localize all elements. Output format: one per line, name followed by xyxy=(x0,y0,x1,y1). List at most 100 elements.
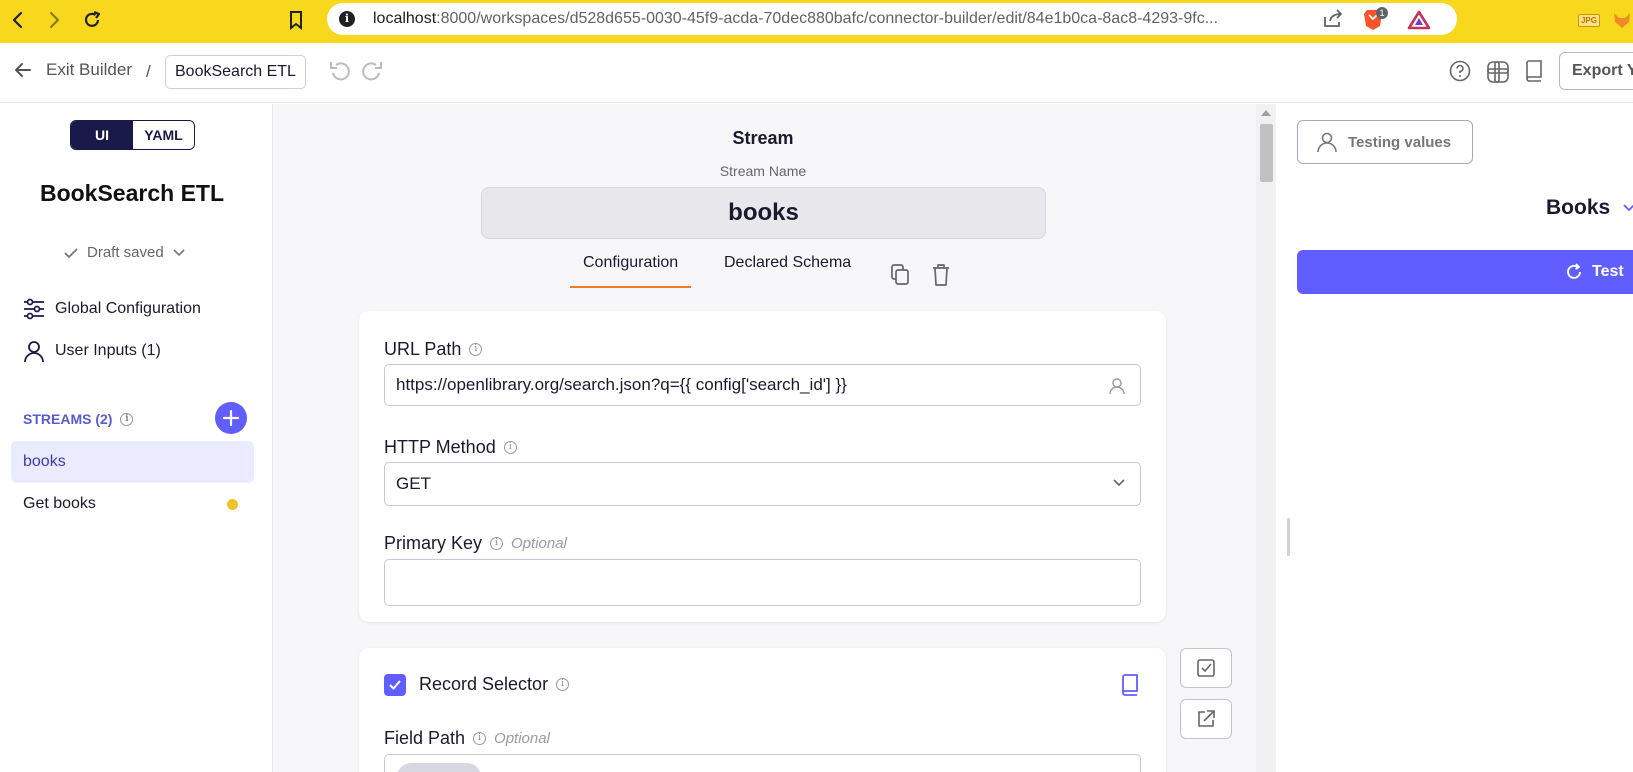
stream-selector[interactable]: Books xyxy=(1546,196,1633,220)
global-configuration-link[interactable]: Global Configuration xyxy=(22,298,201,320)
optional-tag: Optional xyxy=(494,730,550,747)
url-path-label: URL Path i xyxy=(384,339,483,360)
ui-mode-button[interactable]: UI xyxy=(71,121,133,149)
open-external-button[interactable] xyxy=(1180,699,1232,739)
field-path-label: Field Path i Optional xyxy=(384,728,550,749)
url-path-input[interactable]: https://openlibrary.org/search.json?q={{… xyxy=(384,364,1141,406)
reload-icon[interactable] xyxy=(80,8,104,32)
yaml-mode-button[interactable]: YAML xyxy=(133,121,194,149)
global-configuration-label: Global Configuration xyxy=(55,300,201,317)
brave-badge: 1 xyxy=(1379,8,1384,18)
builder-sidebar: UI YAML BookSearch ETL Draft saved Globa… xyxy=(0,104,273,772)
http-method-value: GET xyxy=(396,474,431,493)
url-path-label-text: URL Path xyxy=(384,339,462,359)
connector-title: BookSearch ETL xyxy=(39,180,225,206)
field-path-chip[interactable] xyxy=(397,763,481,772)
record-selector-card: Record Selector i Field Path i Optional xyxy=(359,648,1166,772)
checkmark-icon xyxy=(389,680,401,690)
url-text[interactable]: localhost:8000/workspaces/d528d655-0030-… xyxy=(373,10,1313,28)
info-icon: i xyxy=(503,441,517,454)
forward-icon[interactable] xyxy=(42,8,66,32)
copy-icon[interactable] xyxy=(889,263,911,287)
help-icon[interactable] xyxy=(1449,60,1471,82)
site-info-icon[interactable]: i xyxy=(339,11,355,27)
http-method-label: HTTP Method i xyxy=(384,437,517,458)
extension-label: JPG xyxy=(1577,13,1600,27)
brave-shield-icon[interactable]: 1 xyxy=(1363,7,1389,31)
stream-name-label: Stream Name xyxy=(719,163,807,179)
back-icon[interactable] xyxy=(6,8,30,32)
user-input-icon[interactable] xyxy=(1108,377,1126,395)
info-icon: i xyxy=(490,537,504,550)
scroll-thumb[interactable] xyxy=(1260,124,1273,182)
primary-key-input[interactable] xyxy=(384,559,1141,606)
unsaved-indicator xyxy=(227,499,238,510)
user-icon xyxy=(1317,132,1337,153)
slack-icon[interactable] xyxy=(1486,60,1510,84)
ui-yaml-toggle: UI YAML xyxy=(70,120,195,150)
primary-key-label-text: Primary Key xyxy=(384,533,483,553)
exit-builder-label: Exit Builder xyxy=(46,60,132,79)
primary-key-label: Primary Key i Optional xyxy=(384,533,567,554)
user-icon xyxy=(24,341,44,363)
testing-values-label: Testing values xyxy=(1348,133,1452,151)
stream-heading: Stream xyxy=(732,128,794,148)
breadcrumb-separator: / xyxy=(146,62,151,81)
address-bar[interactable]: i localhost:8000/workspaces/d528d655-003… xyxy=(327,3,1457,35)
chevron-down-icon xyxy=(1112,478,1126,488)
compare-button[interactable] xyxy=(1180,648,1232,688)
check-icon xyxy=(64,247,78,258)
stream-item-get-books[interactable]: Get books xyxy=(11,483,254,525)
docs-link-icon[interactable] xyxy=(1121,674,1139,696)
editor-scrollbar[interactable] xyxy=(1256,104,1276,772)
trash-icon[interactable] xyxy=(931,263,951,287)
chevron-down-icon xyxy=(173,248,185,256)
undo-icon[interactable] xyxy=(328,59,352,83)
tab-configuration[interactable]: Configuration xyxy=(570,254,692,288)
refresh-icon xyxy=(1567,263,1581,279)
draft-status-dropdown[interactable]: Draft saved xyxy=(63,244,186,261)
url-path-value: https://openlibrary.org/search.json?q={{… xyxy=(396,375,847,394)
add-stream-button[interactable] xyxy=(215,402,247,434)
docs-icon[interactable] xyxy=(1524,60,1544,82)
field-path-input[interactable] xyxy=(384,754,1141,772)
redo-icon[interactable] xyxy=(360,59,384,83)
stream-editor: Stream Stream Name books Configuration D… xyxy=(273,104,1256,772)
testing-panel: Testing values Books Test xyxy=(1277,104,1633,772)
export-yaml-button[interactable]: Export Y xyxy=(1559,52,1633,90)
info-icon: i xyxy=(469,343,483,356)
testing-values-button[interactable]: Testing values xyxy=(1297,120,1473,164)
stream-item-books[interactable]: books xyxy=(11,441,254,483)
exit-builder-button[interactable]: Exit Builder xyxy=(14,60,132,80)
resize-handle[interactable] xyxy=(1287,518,1290,556)
scroll-up-icon[interactable] xyxy=(1261,110,1271,116)
http-method-label-text: HTTP Method xyxy=(384,437,496,457)
brave-rewards-icon[interactable] xyxy=(1407,10,1431,30)
connector-name-input[interactable]: BookSearch ETL xyxy=(165,55,306,89)
bookmark-icon[interactable] xyxy=(284,8,308,32)
extension-fox-icon[interactable] xyxy=(1610,8,1633,32)
user-inputs-link[interactable]: User Inputs (1) xyxy=(22,339,161,363)
streams-heading: STREAMS (2) i xyxy=(23,411,134,427)
record-selector-checkbox[interactable] xyxy=(384,674,406,696)
record-selector-label-text: Record Selector xyxy=(419,674,549,694)
external-link-icon xyxy=(1198,710,1215,727)
streams-heading-label: STREAMS (2) xyxy=(23,411,113,427)
record-selector-label: Record Selector i xyxy=(419,674,570,695)
edit-square-icon xyxy=(1197,659,1215,677)
tab-declared-schema[interactable]: Declared Schema xyxy=(724,254,851,286)
test-button-label: Test xyxy=(1592,263,1624,280)
test-button[interactable]: Test xyxy=(1297,250,1633,294)
plus-icon xyxy=(223,410,239,426)
field-path-label-text: Field Path xyxy=(384,728,466,748)
http-method-select[interactable]: GET xyxy=(384,462,1141,506)
share-icon[interactable] xyxy=(1322,9,1344,29)
stream-item-label: books xyxy=(23,453,66,470)
info-icon: i xyxy=(120,412,134,426)
stream-name-input[interactable]: books xyxy=(481,187,1046,239)
extension-icon[interactable]: JPG xyxy=(1576,8,1602,32)
user-inputs-label: User Inputs (1) xyxy=(55,342,161,359)
chevron-down-icon xyxy=(1623,204,1633,212)
info-icon: i xyxy=(556,678,570,691)
info-icon: i xyxy=(473,732,487,745)
